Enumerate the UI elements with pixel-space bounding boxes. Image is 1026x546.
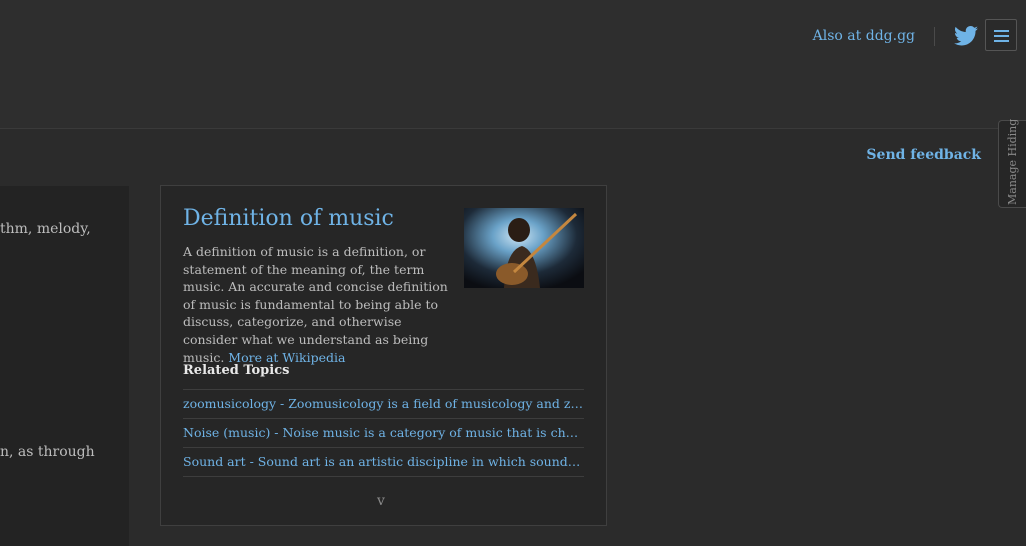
results-panel <box>0 186 129 546</box>
result-snippet-fragment: n, as through <box>0 444 95 460</box>
menu-bar-2 <box>994 35 1009 37</box>
result-snippet-fragment: thm, melody, <box>0 221 91 237</box>
menu-bar-1 <box>994 30 1009 32</box>
musician-thumbnail[interactable] <box>464 208 584 288</box>
twitter-icon[interactable] <box>954 25 978 47</box>
manage-hiding-tab[interactable]: Manage Hiding <box>998 118 1026 208</box>
expand-toggle[interactable]: v <box>377 493 385 509</box>
related-topic-link[interactable]: Noise (music) - Noise music is a categor… <box>183 418 584 447</box>
card-abstract: A definition of music is a definition, o… <box>183 243 453 366</box>
topic-divider <box>183 476 584 477</box>
also-at-link[interactable]: Also at ddg.gg <box>813 28 915 44</box>
abstract-text: A definition of music is a definition, o… <box>183 244 448 365</box>
manage-hiding-label: Manage Hiding <box>1006 118 1019 205</box>
header-divider <box>934 27 935 46</box>
send-feedback-link[interactable]: Send feedback <box>866 147 981 163</box>
related-topics-heading: Related Topics <box>183 363 290 378</box>
related-topic-link[interactable]: Sound art - Sound art is an artistic dis… <box>183 447 584 476</box>
header-bar: Also at ddg.gg <box>0 0 1026 129</box>
related-topic-link[interactable]: zoomusicology - Zoomusicology is a field… <box>183 389 584 418</box>
menu-button[interactable] <box>985 19 1017 51</box>
card-title[interactable]: Definition of music <box>183 206 394 231</box>
menu-bar-3 <box>994 40 1009 42</box>
definition-card: Definition of music A definition of musi… <box>160 185 607 526</box>
